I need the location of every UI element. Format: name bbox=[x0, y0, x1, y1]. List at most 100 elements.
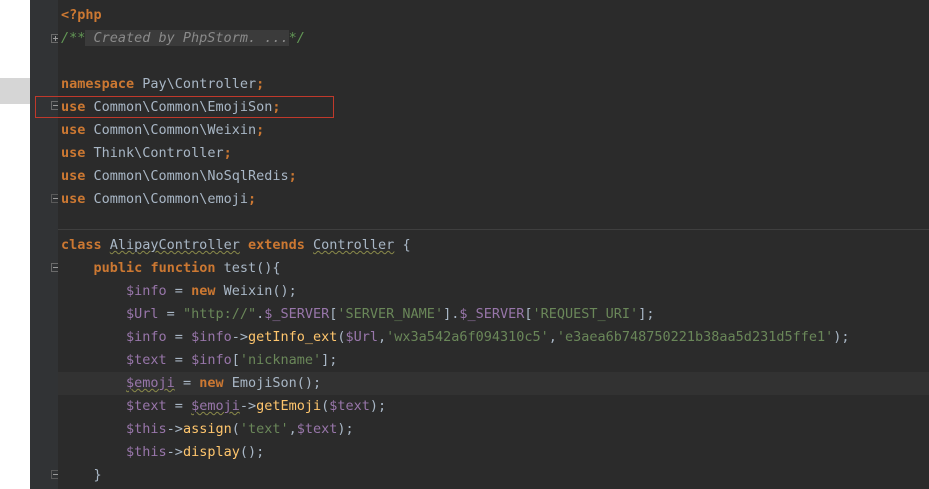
keyword: new bbox=[199, 375, 224, 391]
use-name: Think\Controller bbox=[93, 145, 224, 161]
variable: $info bbox=[126, 283, 167, 299]
comment-folded[interactable]: Created by PhpStorm. ... bbox=[85, 30, 289, 46]
code-line-use: use Common\Common\Weixin; bbox=[58, 119, 929, 142]
keyword: use bbox=[61, 145, 86, 161]
class-name: AlipayController bbox=[109, 237, 240, 253]
string: 'SERVER_NAME' bbox=[337, 306, 444, 322]
operator: = bbox=[166, 352, 192, 368]
variable: $info bbox=[191, 352, 232, 368]
code-line-class: class AlipayController extends Controlle… bbox=[58, 234, 929, 257]
string: 'wx3a542a6f094310c5' bbox=[386, 329, 549, 345]
function-call: assign bbox=[182, 421, 232, 437]
comment-open: /** bbox=[61, 30, 86, 46]
string: 'REQUEST_URI' bbox=[532, 306, 639, 322]
variable: $emoji bbox=[126, 375, 175, 391]
namespace-name: Pay\Controller bbox=[142, 76, 257, 92]
code-line: $text = $info['nickname']; bbox=[58, 349, 929, 372]
code-line: $Url = "http://".$_SERVER['SERVER_NAME']… bbox=[58, 303, 929, 326]
punct: (); bbox=[272, 283, 297, 299]
semicolon: ; bbox=[256, 76, 265, 92]
operator: -> bbox=[166, 444, 183, 460]
paren: (){ bbox=[256, 260, 281, 276]
punct: [ bbox=[524, 306, 533, 322]
keyword: use bbox=[61, 168, 86, 184]
function-call: getEmoji bbox=[256, 398, 322, 414]
string: 'text' bbox=[239, 421, 289, 437]
function-call: display bbox=[182, 444, 240, 460]
red-highlight-box bbox=[35, 96, 334, 118]
punct: (); bbox=[296, 375, 322, 391]
project-panel bbox=[0, 0, 30, 489]
code-line: $this->assign('text',$text); bbox=[58, 418, 929, 441]
keyword: new bbox=[191, 283, 216, 299]
string: 'e3aea6b748750221b38aa5d231d5ffe1' bbox=[556, 329, 834, 345]
method-separator bbox=[58, 229, 929, 230]
variable: $Url bbox=[126, 306, 159, 322]
variable: $emoji bbox=[191, 398, 240, 414]
function-call: getInfo_ext bbox=[247, 329, 338, 345]
code-line-use: use Common\Common\NoSqlRedis; bbox=[58, 165, 929, 188]
use-name: Common\Common\emoji bbox=[93, 191, 248, 207]
punct: ]; bbox=[321, 352, 338, 368]
method-name: test bbox=[223, 260, 257, 276]
operator: = bbox=[166, 329, 192, 345]
punct: ); bbox=[337, 421, 354, 437]
class-ref: Weixin bbox=[215, 283, 273, 299]
variable: $this bbox=[126, 444, 167, 460]
punct: ( bbox=[337, 329, 346, 345]
project-selected-row[interactable] bbox=[0, 78, 30, 104]
operator: = bbox=[174, 375, 200, 391]
punct: , bbox=[288, 421, 297, 437]
punct: ]; bbox=[638, 306, 655, 322]
operator: -> bbox=[239, 398, 257, 414]
operator: . bbox=[256, 306, 265, 322]
variable: $_SERVER bbox=[459, 306, 525, 322]
code-line-current: $emoji = new EmojiSon(); bbox=[58, 372, 929, 395]
use-name: Common\Common\Weixin bbox=[93, 122, 257, 138]
variable: $text bbox=[126, 352, 167, 368]
string: 'nickname' bbox=[239, 352, 322, 368]
code-line-method: public function test(){ bbox=[58, 257, 929, 280]
code-line-use: use Think\Controller; bbox=[58, 142, 929, 165]
keyword: class bbox=[61, 237, 102, 253]
class-ref: EmojiSon bbox=[223, 375, 297, 391]
brace: } bbox=[93, 467, 102, 483]
operator: -> bbox=[231, 329, 248, 345]
keyword: public bbox=[93, 260, 143, 276]
parent-class: Controller bbox=[313, 237, 395, 253]
punct: , bbox=[378, 329, 387, 345]
variable: $_SERVER bbox=[264, 306, 330, 322]
use-name: Common\Common\NoSqlRedis bbox=[93, 168, 289, 184]
code-line-namespace: namespace Pay\Controller; bbox=[58, 73, 929, 96]
operator: = bbox=[158, 306, 183, 322]
semicolon: ; bbox=[223, 145, 232, 161]
punct: [ bbox=[231, 352, 240, 368]
keyword: extends bbox=[247, 237, 305, 253]
semicolon: ; bbox=[288, 168, 297, 184]
string: "http://" bbox=[182, 306, 257, 322]
punct: ); bbox=[833, 329, 850, 345]
punct: ); bbox=[369, 398, 387, 414]
punct: ]. bbox=[443, 306, 460, 322]
code-line-use: use Common\Common\emoji; bbox=[58, 188, 929, 211]
punct: ( bbox=[231, 421, 240, 437]
variable: $this bbox=[126, 421, 167, 437]
code-line: $text = $emoji->getEmoji($text); bbox=[58, 395, 929, 418]
variable: $text bbox=[329, 398, 370, 414]
punct: (); bbox=[239, 444, 265, 460]
code-line-php-open: <?php bbox=[58, 4, 929, 27]
keyword: namespace bbox=[61, 76, 135, 92]
php-open-tag: <?php bbox=[61, 7, 102, 23]
semicolon: ; bbox=[256, 122, 265, 138]
code-line: $info = $info->getInfo_ext($Url,'wx3a542… bbox=[58, 326, 929, 349]
variable: $info bbox=[191, 329, 232, 345]
keyword: function bbox=[150, 260, 216, 276]
punct: , bbox=[548, 329, 557, 345]
comment-close: */ bbox=[288, 30, 305, 46]
keyword: use bbox=[61, 191, 86, 207]
code-line-close: } bbox=[58, 464, 929, 487]
code-editor[interactable]: <?php /** Created by PhpStorm. ...*/ nam… bbox=[58, 0, 929, 489]
editor-gutter bbox=[30, 0, 60, 489]
code-line: $this->display(); bbox=[58, 441, 929, 464]
brace: { bbox=[402, 237, 411, 253]
